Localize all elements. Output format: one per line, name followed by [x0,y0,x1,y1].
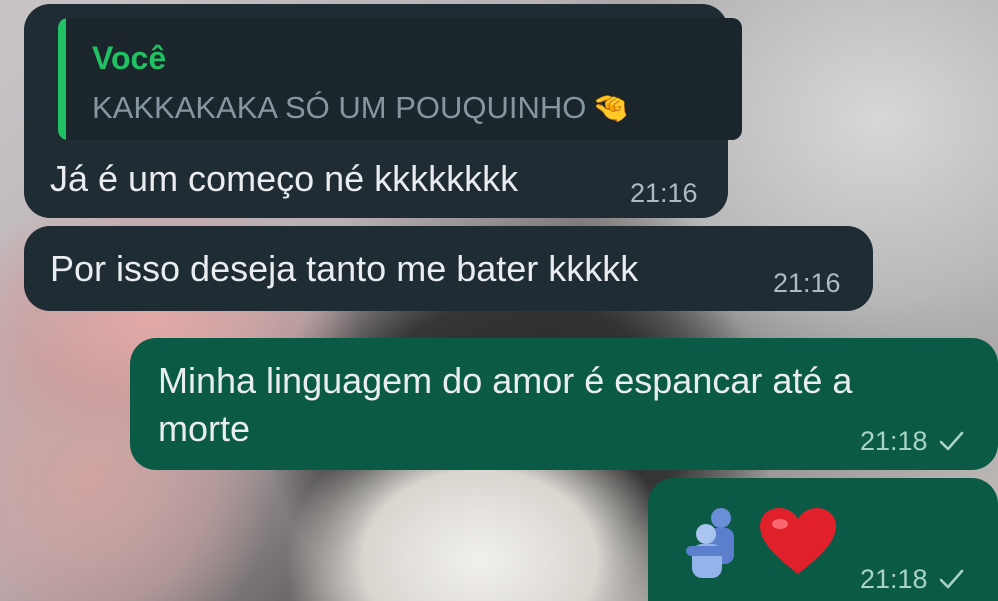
outgoing-message-bubble[interactable]: 21:18 [648,478,998,601]
message-timestamp: 21:16 [630,178,698,208]
message-text: Já é um começo né kkkkkkkk [50,158,519,199]
incoming-message-bubble[interactable]: Você KAKKAKAKA SÓ UM POUQUINHO 🤏 Já é um … [24,4,742,218]
single-check-icon [938,566,964,597]
message-text-line2: morte [158,408,251,449]
single-check-icon [938,428,964,459]
message-timestamp: 21:16 [773,268,841,298]
message-text: Por isso deseja tanto me bater kkkkk [50,248,639,289]
message-timestamp: 21:18 [860,564,928,594]
message-status: 21:18 [860,426,964,459]
quote-text: KAKKAKAKA SÓ UM POUQUINHO 🤏 [92,90,630,126]
quote-text-content: KAKKAKAKA SÓ UM POUQUINHO [92,90,587,125]
pinching-hand-icon: 🤏 [592,92,630,125]
emoji-row [684,506,838,583]
incoming-message-bubble[interactable]: Por isso deseja tanto me bater kkkkk 21:… [24,226,873,311]
quote-author: Você [92,40,167,76]
quote-accent-bar [58,18,66,140]
reply-quote[interactable]: Você KAKKAKAKA SÓ UM POUQUINHO 🤏 [58,18,742,140]
message-text-line1: Minha linguagem do amor é espancar até a [158,360,853,401]
message-timestamp: 21:18 [860,426,928,456]
message-status: 21:18 [860,564,964,597]
outgoing-message-bubble[interactable]: Minha linguagem do amor é espancar até a… [130,338,998,470]
red-heart-icon [758,506,838,581]
hug-icon [684,506,746,583]
